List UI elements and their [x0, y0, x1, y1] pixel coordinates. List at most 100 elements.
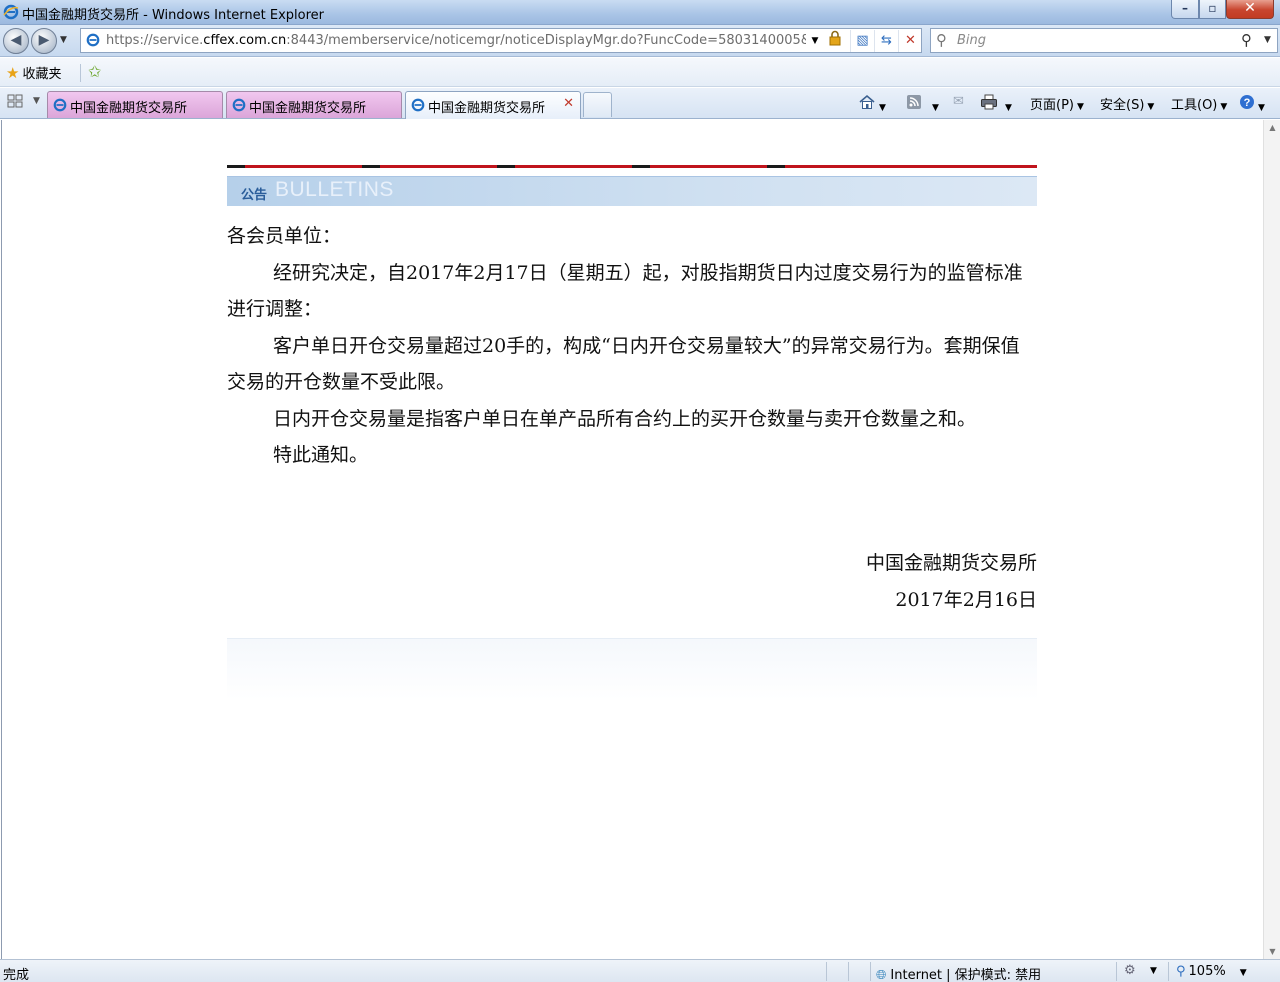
address-url[interactable]: https://service.cffex.com.cn:8443/member…: [106, 33, 806, 48]
page-menu[interactable]: 页面(P) ▼: [1030, 94, 1084, 113]
divider: [870, 962, 871, 981]
page-content: 公告 BULLETINS 各会员单位： 经研究决定，自2017年2月17日（星期…: [1, 120, 1263, 959]
page-footer: [227, 638, 1037, 700]
search-placeholder: Bing: [957, 33, 987, 48]
rule-segment: [632, 165, 650, 168]
chevron-down-icon: ▼: [1258, 103, 1265, 113]
rule-segment: [380, 165, 497, 168]
rule-segment: [362, 165, 380, 168]
rule-segment: [245, 165, 362, 168]
minimize-icon: –: [1182, 1, 1188, 15]
favorites-bar: ★ 收藏夹 ✩: [0, 58, 1280, 87]
forward-arrow-icon: ▶: [38, 32, 50, 48]
maximize-icon: ▫: [1208, 1, 1217, 15]
svg-text:?: ?: [1244, 97, 1251, 109]
tab-label: 中国金融期货交易所: [70, 101, 188, 116]
minimize-button[interactable]: –: [1171, 0, 1199, 19]
divider: [1116, 962, 1117, 981]
close-icon: ✕: [1244, 0, 1256, 16]
tab-2[interactable]: 中国金融期货交易所: [226, 91, 402, 118]
compatibility-view-icon[interactable]: ▧: [850, 30, 874, 52]
feeds-dropdown-icon[interactable]: ▼: [932, 103, 939, 113]
rule-segment: [767, 165, 785, 168]
divider: [80, 64, 81, 82]
home-icon: [859, 94, 875, 109]
notice-paragraph-1: 经研究决定，自2017年2月17日（星期五）起，对股指期货日内过度交易行为的监管…: [227, 261, 1023, 321]
history-dropdown-icon[interactable]: ▼: [60, 35, 67, 45]
feeds-button[interactable]: ▼: [906, 94, 939, 114]
header-rule: [227, 165, 1037, 168]
back-arrow-icon: ◀: [10, 32, 22, 48]
back-button[interactable]: ◀: [3, 28, 29, 54]
favorites-label: 收藏夹: [22, 67, 62, 82]
status-text: 完成: [3, 968, 30, 982]
add-to-favorites-bar-icon[interactable]: ✩: [88, 62, 101, 81]
addon-dropdown-icon[interactable]: ▼: [1150, 966, 1157, 976]
tab-bar: ▼ 中国金融期货交易所 中国金融期货交易所 中国金融期货交易所 ✕ ▼ ▼ ✉ …: [0, 88, 1280, 119]
page-icon: [86, 33, 100, 51]
tab-1[interactable]: 中国金融期货交易所: [47, 91, 223, 118]
refresh-icon[interactable]: ⇆: [874, 30, 898, 52]
tab-label: 中国金融期货交易所: [249, 101, 367, 116]
rss-feed-icon: [907, 95, 921, 109]
read-mail-icon[interactable]: ✉: [953, 94, 964, 109]
divider: [826, 962, 827, 981]
search-icon[interactable]: ⚲: [1241, 31, 1252, 49]
zoom-dropdown-icon[interactable]: ▼: [1240, 968, 1247, 978]
globe-icon: 🌐︎: [876, 968, 887, 982]
tab-3-active[interactable]: 中国金融期货交易所 ✕: [405, 91, 581, 119]
notice-date: 2017年2月16日: [895, 588, 1037, 611]
tools-menu[interactable]: 工具(O) ▼: [1171, 94, 1227, 113]
rule-segment: [650, 165, 767, 168]
scroll-up-icon[interactable]: ▲: [1264, 123, 1280, 132]
scroll-down-icon[interactable]: ▼: [1264, 947, 1280, 956]
ie-page-icon: [411, 98, 425, 116]
print-dropdown-icon[interactable]: ▼: [1005, 103, 1012, 113]
bulletin-english-label: BULLETINS: [275, 178, 394, 201]
zoom-level[interactable]: ⚲ 105% ▼: [1176, 964, 1247, 979]
new-tab-button[interactable]: [583, 92, 612, 117]
bulletin-label: 公告: [241, 188, 268, 203]
quick-tabs-button[interactable]: ▼: [6, 93, 44, 115]
chevron-down-icon: ▼: [1147, 102, 1155, 112]
quick-tabs-icon: [7, 94, 23, 108]
zoom-icon: ⚲: [1176, 964, 1186, 979]
close-tab-icon[interactable]: ✕: [563, 96, 574, 111]
help-menu[interactable]: ? ▼: [1239, 94, 1265, 114]
address-bar[interactable]: https://service.cffex.com.cn:8443/member…: [80, 28, 922, 53]
stop-icon[interactable]: ✕: [898, 30, 922, 52]
notice-signature: 中国金融期货交易所: [865, 552, 1037, 574]
ie-logo-icon: [3, 4, 19, 24]
notice-greeting: 各会员单位：: [227, 225, 342, 247]
lock-icon[interactable]: [823, 30, 847, 52]
rule-segment: [227, 165, 245, 168]
divider: [848, 962, 849, 981]
favorites-button[interactable]: ★ 收藏夹: [6, 63, 61, 83]
divider: [1168, 962, 1169, 981]
title-bar: 中国金融期货交易所 - Windows Internet Explorer – …: [0, 0, 1280, 25]
search-provider-icon: ⚲: [936, 31, 947, 49]
protected-mode-icon[interactable]: ⚙: [1124, 963, 1136, 978]
security-zone[interactable]: 🌐︎ Internet | 保护模式: 禁用: [876, 964, 1041, 982]
vertical-scrollbar[interactable]: ▲ ▼: [1263, 120, 1280, 959]
tab-label: 中国金融期货交易所: [428, 101, 546, 116]
home-button[interactable]: ▼: [858, 94, 886, 114]
close-window-button[interactable]: ✕: [1226, 0, 1274, 19]
tab-list-dropdown-icon[interactable]: ▼: [33, 96, 40, 106]
search-dropdown-icon[interactable]: ▼: [1264, 35, 1271, 45]
help-icon: ?: [1240, 95, 1254, 109]
print-button[interactable]: ▼: [980, 94, 1012, 114]
ie-page-icon: [232, 98, 246, 116]
notice-signature-block: 中国金融期货交易所 2017年2月16日: [227, 545, 1037, 618]
search-box[interactable]: ⚲ Bing ⚲ ▼: [930, 28, 1278, 53]
status-bar: 完成 🌐︎ Internet | 保护模式: 禁用 ⚙ ▼ ⚲ 105% ▼: [0, 959, 1280, 982]
home-dropdown-icon[interactable]: ▼: [879, 103, 886, 113]
notice-paragraph-3: 日内开仓交易量是指客户单日在单产品所有合约上的买开仓数量与卖开仓数量之和。: [273, 407, 977, 430]
notice-body: 各会员单位： 经研究决定，自2017年2月17日（星期五）起，对股指期货日内过度…: [227, 218, 1037, 474]
bulletin-header: 公告 BULLETINS: [227, 176, 1037, 206]
maximize-button[interactable]: ▫: [1199, 0, 1226, 19]
rule-segment: [515, 165, 632, 168]
safety-menu[interactable]: 安全(S) ▼: [1100, 94, 1154, 113]
chevron-down-icon: ▼: [1220, 102, 1228, 112]
forward-button[interactable]: ▶: [31, 28, 57, 54]
